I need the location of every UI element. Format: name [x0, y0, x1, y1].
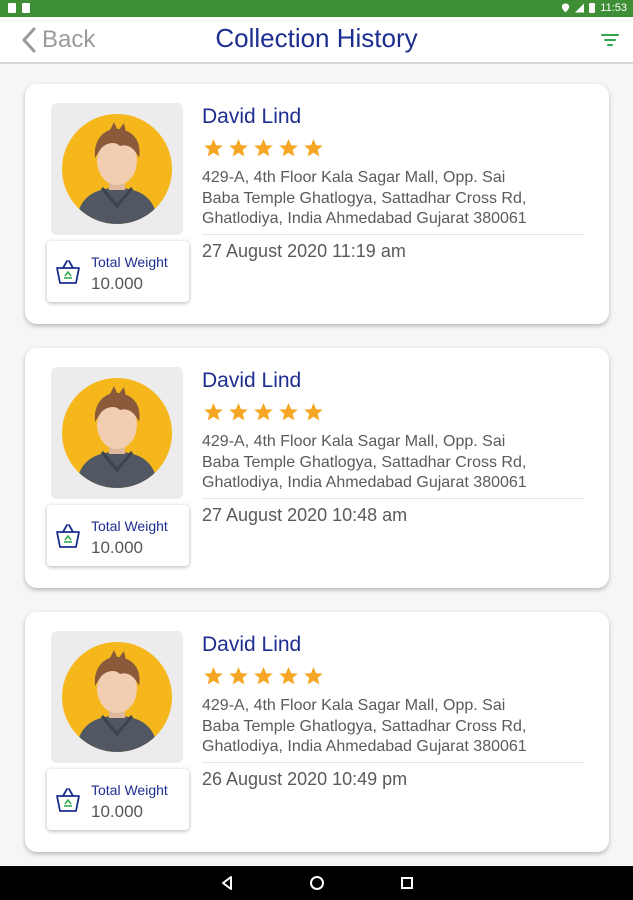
collection-card[interactable]: Total Weight 10.000 David Lind 429-A, 4t…: [25, 612, 609, 852]
basket-icon: [56, 260, 80, 284]
star-rating: [202, 402, 325, 422]
avatar: [51, 631, 183, 763]
nav-back-icon[interactable]: [217, 866, 237, 900]
basket-icon: [56, 524, 80, 548]
star-icon: [304, 403, 323, 421]
collection-datetime: 27 August 2020 11:19 am: [202, 241, 406, 261]
star-icon: [204, 139, 223, 157]
filter-icon[interactable]: [601, 34, 619, 48]
star-icon: [279, 667, 298, 685]
star-icon: [229, 403, 248, 421]
address: 429-A, 4th Floor Kala Sagar Mall, Opp. S…: [202, 697, 527, 755]
basket-icon: [56, 788, 80, 812]
customer-name: David Lind: [202, 369, 302, 392]
total-weight-label: Total Weight: [91, 254, 168, 270]
star-icon: [204, 403, 223, 421]
total-weight-box: Total Weight 10.000: [47, 241, 189, 302]
total-weight-label: Total Weight: [91, 782, 168, 798]
star-icon: [204, 667, 223, 685]
star-rating: [202, 138, 325, 158]
divider: [202, 762, 585, 763]
star-icon: [229, 139, 248, 157]
nav-recents-icon[interactable]: [397, 866, 417, 900]
collection-card[interactable]: Total Weight 10.000 David Lind 429-A, 4t…: [25, 348, 609, 588]
navigation-bar: [0, 866, 633, 900]
address: 429-A, 4th Floor Kala Sagar Mall, Opp. S…: [202, 433, 527, 491]
status-time: 11:53: [600, 2, 627, 14]
notification-icon: [22, 3, 30, 13]
star-icon: [304, 667, 323, 685]
notification-icon: [8, 3, 16, 13]
address: 429-A, 4th Floor Kala Sagar Mall, Opp. S…: [202, 169, 527, 227]
avatar-icon: [62, 378, 172, 488]
location-icon: [562, 3, 570, 13]
avatar: [51, 103, 183, 235]
nav-home-icon[interactable]: [307, 866, 327, 900]
notification-icons: [8, 3, 30, 13]
collection-datetime: 26 August 2020 10:49 pm: [202, 769, 408, 789]
total-weight-box: Total Weight 10.000: [47, 769, 189, 830]
divider: [202, 498, 585, 499]
star-icon: [304, 139, 323, 157]
total-weight-box: Total Weight 10.000: [47, 505, 189, 566]
total-weight-value: 10.000: [91, 274, 143, 293]
customer-name: David Lind: [202, 105, 302, 128]
total-weight-value: 10.000: [91, 802, 143, 821]
status-bar: 11:53: [0, 0, 633, 17]
customer-name: David Lind: [202, 633, 302, 656]
avatar-icon: [62, 642, 172, 752]
total-weight-label: Total Weight: [91, 518, 168, 534]
avatar-icon: [62, 114, 172, 224]
app-header: Back Collection History: [0, 17, 633, 64]
star-icon: [279, 403, 298, 421]
star-icon: [279, 139, 298, 157]
page-title: Collection History: [215, 23, 418, 53]
collection-datetime: 27 August 2020 10:48 am: [202, 505, 408, 525]
star-icon: [229, 667, 248, 685]
divider: [202, 234, 585, 235]
battery-icon: [589, 3, 596, 13]
star-icon: [254, 667, 273, 685]
status-right: 11:53: [561, 2, 627, 14]
collection-card[interactable]: Total Weight 10.000 David Lind 429-A, 4t…: [25, 84, 609, 324]
star-rating: [202, 666, 325, 686]
total-weight-value: 10.000: [91, 538, 143, 557]
signal-icon: [575, 3, 585, 13]
avatar: [51, 367, 183, 499]
star-icon: [254, 139, 273, 157]
star-icon: [254, 403, 273, 421]
